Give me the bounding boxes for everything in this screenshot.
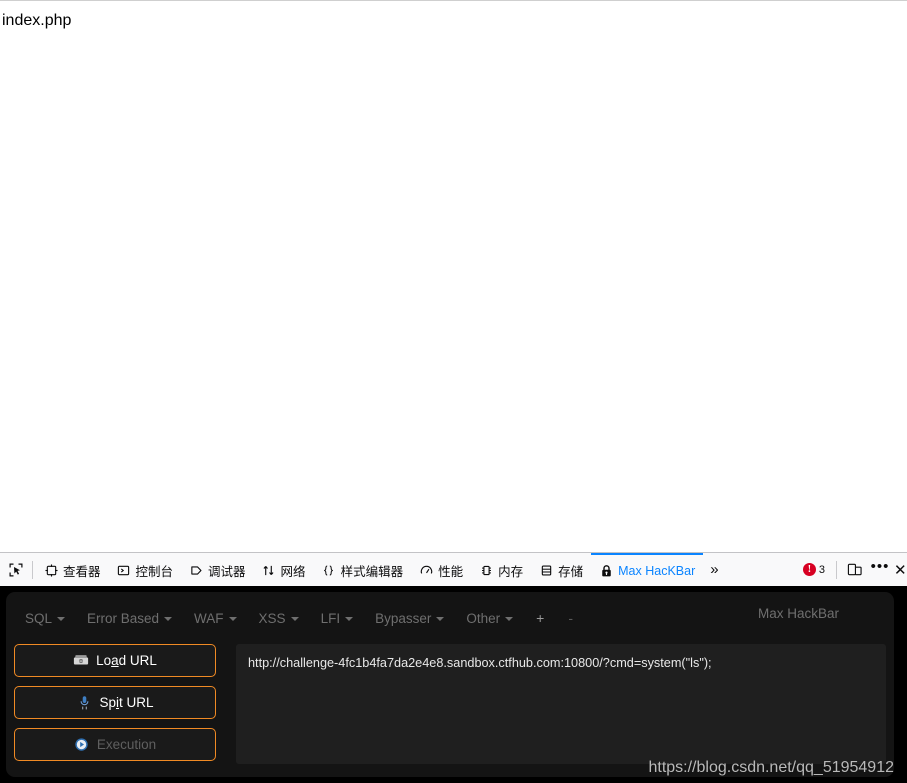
tab-overflow-button[interactable]: » bbox=[703, 553, 725, 586]
tab-debugger[interactable]: 调试器 bbox=[181, 553, 254, 586]
menu-label: LFI bbox=[320, 610, 341, 626]
remove-tab-button[interactable]: - bbox=[556, 606, 585, 630]
menu-label: Bypasser bbox=[375, 610, 432, 626]
chevron-down-icon bbox=[228, 617, 237, 621]
error-badge-icon: ! bbox=[802, 563, 816, 576]
chevron-down-icon bbox=[57, 617, 66, 621]
chevron-down-icon bbox=[290, 617, 299, 621]
execution-button[interactable]: Execution bbox=[14, 728, 216, 761]
performance-icon bbox=[419, 564, 433, 578]
element-picker-icon bbox=[9, 563, 23, 576]
menu-error-based[interactable]: Error Based bbox=[76, 607, 183, 630]
url-input[interactable] bbox=[236, 644, 886, 764]
chevron-down-icon bbox=[345, 617, 354, 621]
menu-lfi[interactable]: LFI bbox=[310, 607, 365, 630]
network-icon bbox=[262, 564, 276, 578]
hackbar-action-buttons: Load URL Spit URL Execution bbox=[14, 644, 216, 764]
chevron-down-icon bbox=[505, 617, 514, 621]
tab-storage[interactable]: 存储 bbox=[531, 553, 591, 586]
tab-label: 样式编辑器 bbox=[340, 565, 404, 579]
spit-url-button[interactable]: Spit URL bbox=[14, 686, 216, 719]
toolbar-divider bbox=[32, 560, 33, 579]
lock-icon bbox=[599, 564, 613, 578]
tab-console[interactable]: 控制台 bbox=[109, 553, 182, 586]
tab-memory[interactable]: 内存 bbox=[471, 553, 531, 586]
menu-label: Other bbox=[466, 610, 501, 626]
tab-label: 存储 bbox=[558, 565, 584, 579]
hackbar-container: SQL Error Based WAF XSS LFI Bypasser Oth… bbox=[0, 586, 907, 783]
tab-label: 调试器 bbox=[208, 565, 246, 579]
hackbar-body: Load URL Spit URL Execution http://chall… bbox=[6, 644, 894, 764]
page-body-text: index.php bbox=[2, 12, 72, 29]
hackbar-menu-bar: SQL Error Based WAF XSS LFI Bypasser Oth… bbox=[6, 592, 894, 644]
spit-url-label: Spit URL bbox=[99, 695, 154, 710]
tab-performance[interactable]: 性能 bbox=[411, 553, 471, 586]
menu-waf[interactable]: WAF bbox=[183, 607, 248, 630]
chevron-down-icon bbox=[164, 617, 173, 621]
tab-inspector[interactable]: 查看器 bbox=[36, 553, 109, 586]
menu-label: XSS bbox=[258, 610, 286, 626]
menu-xss[interactable]: XSS bbox=[248, 607, 310, 630]
tab-label: 网络 bbox=[280, 565, 306, 579]
execute-play-icon bbox=[74, 737, 90, 753]
load-url-icon bbox=[73, 653, 89, 669]
hackbar-title: Max HackBar bbox=[758, 606, 840, 621]
style-editor-icon bbox=[322, 564, 336, 578]
storage-icon bbox=[539, 564, 553, 578]
chevron-down-icon bbox=[436, 617, 445, 621]
tab-style-editor[interactable]: 样式编辑器 bbox=[314, 553, 412, 586]
tab-label: 性能 bbox=[438, 565, 464, 579]
memory-icon bbox=[479, 564, 493, 578]
console-icon bbox=[117, 564, 131, 578]
load-url-label: Load URL bbox=[96, 653, 157, 668]
debugger-icon bbox=[189, 564, 203, 578]
hackbar-panel: SQL Error Based WAF XSS LFI Bypasser Oth… bbox=[6, 592, 894, 777]
error-count-badge[interactable]: ! 3 bbox=[797, 563, 831, 576]
tab-network[interactable]: 网络 bbox=[254, 553, 314, 586]
inspector-icon bbox=[44, 564, 58, 578]
devtools-tab-list: 查看器 控制台 调试器 网络 样式编辑器 性能 内存 存储 Max HacKBa… bbox=[36, 553, 797, 586]
tab-label: 控制台 bbox=[135, 565, 174, 579]
devtools-toolbar: 查看器 控制台 调试器 网络 样式编辑器 性能 内存 存储 Max HacKBa… bbox=[0, 552, 907, 586]
menu-label: WAF bbox=[194, 610, 224, 626]
browser-window: index.php 查看器 控制台 调试器 网络 样式编辑器 性能 内存 存储 … bbox=[0, 0, 907, 783]
menu-other[interactable]: Other bbox=[455, 607, 524, 630]
execution-label: Execution bbox=[96, 737, 157, 752]
close-devtools-button[interactable]: ✕ bbox=[894, 561, 907, 579]
watermark-text: https://blog.csdn.net/qq_51954912 bbox=[648, 759, 894, 776]
toolbar-divider-right bbox=[836, 560, 837, 579]
menu-label: SQL bbox=[25, 610, 53, 626]
tab-label: 查看器 bbox=[63, 565, 101, 579]
menu-bypasser[interactable]: Bypasser bbox=[364, 607, 455, 630]
page-content-area: index.php bbox=[0, 0, 907, 552]
load-url-button[interactable]: Load URL bbox=[14, 644, 216, 677]
devtools-right-tools: ! 3 ••• ✕ bbox=[797, 553, 907, 586]
menu-sql[interactable]: SQL bbox=[14, 607, 76, 630]
error-count-value: 3 bbox=[818, 563, 825, 576]
devtools-left-tools bbox=[0, 553, 36, 586]
element-picker-button[interactable] bbox=[3, 557, 29, 583]
spit-url-icon bbox=[76, 695, 92, 711]
tab-max-hackbar[interactable]: Max HacKBar bbox=[591, 553, 704, 586]
responsive-design-mode-button[interactable] bbox=[842, 558, 866, 582]
menu-label: Error Based bbox=[87, 610, 160, 626]
add-tab-button[interactable]: + bbox=[524, 606, 556, 630]
tab-label: Max HacKBar bbox=[618, 563, 696, 578]
devtools-settings-menu-button[interactable]: ••• bbox=[868, 555, 892, 585]
tab-label: 内存 bbox=[498, 565, 524, 579]
responsive-design-mode-icon bbox=[847, 563, 862, 576]
